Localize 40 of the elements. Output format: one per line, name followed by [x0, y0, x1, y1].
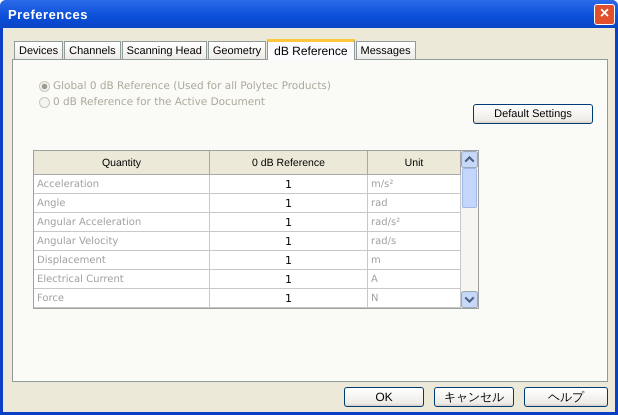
scrollbar[interactable] — [461, 151, 478, 308]
dialog-button[interactable]: キャンセル — [434, 387, 514, 407]
column-header: 0 dB Reference — [210, 151, 368, 174]
table-cell: 1 — [210, 288, 368, 308]
table-cell: 1 — [210, 250, 368, 270]
tab[interactable]: Messages — [356, 41, 416, 59]
table-cell: rad/s² — [368, 212, 460, 232]
table-cell: Electrical Current — [34, 270, 210, 288]
table-cell: 1 — [210, 232, 368, 250]
table-cell: Displacement — [34, 250, 210, 270]
table-cell: 1 — [210, 194, 368, 212]
tab[interactable]: Channels — [64, 41, 121, 59]
table-cell: rad/s — [368, 232, 460, 250]
table-cell: m — [368, 250, 460, 270]
table-cell: rad — [368, 194, 460, 212]
table-cell: 1 — [210, 174, 368, 194]
table-cell: Acceleration — [34, 174, 210, 194]
table-cell: Angle — [34, 194, 210, 212]
table-cell: Force — [34, 288, 210, 308]
close-button[interactable]: × — [594, 4, 615, 24]
tab[interactable]: Devices — [14, 41, 64, 59]
table-cell: N — [368, 288, 460, 308]
default-settings-button[interactable]: Default Settings — [473, 104, 593, 124]
table-cell: m/s² — [368, 174, 460, 194]
scroll-thumb[interactable] — [462, 168, 477, 208]
window-title: Preferences — [8, 6, 88, 22]
table-cell: A — [368, 270, 460, 288]
column-header: Quantity — [34, 151, 210, 174]
scroll-up-icon[interactable] — [461, 151, 478, 168]
dialog-button[interactable]: ヘルプ — [524, 387, 608, 407]
table-cell: Angular Acceleration — [34, 212, 210, 232]
tab[interactable]: dB Reference — [267, 39, 355, 60]
column-header: Unit — [368, 151, 460, 174]
scroll-down-icon[interactable] — [461, 291, 478, 308]
table-cell: 1 — [210, 270, 368, 288]
dialog-button[interactable]: OK — [344, 387, 424, 407]
tab[interactable]: Scanning Head — [122, 41, 207, 59]
tab[interactable]: Geometry — [208, 41, 266, 59]
table-cell: Angular Velocity — [34, 232, 210, 250]
table-cell: 1 — [210, 212, 368, 232]
